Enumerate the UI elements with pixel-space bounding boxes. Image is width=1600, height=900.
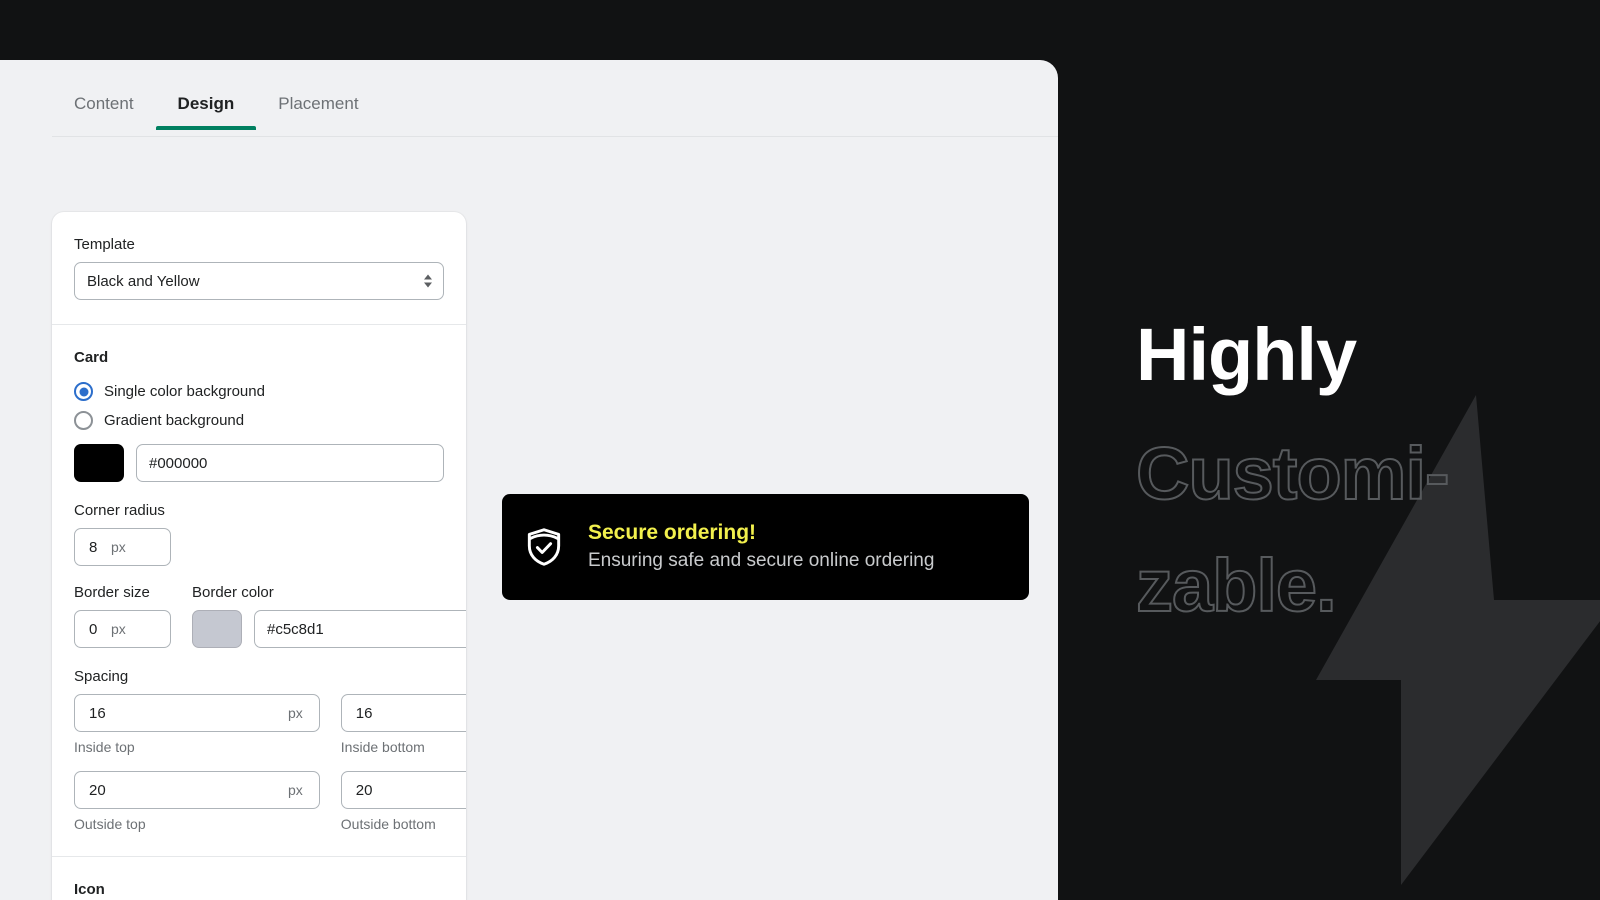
promo-text: Highly Customi- zable. <box>1135 313 1600 643</box>
spacing-grid: px Inside top px Inside bottom <box>74 694 466 832</box>
section-template: Template Black and Yellow <box>52 212 466 324</box>
inside-top-unit: px <box>288 705 303 721</box>
border-color-swatch[interactable] <box>192 610 242 648</box>
corner-radius-unit: px <box>111 539 126 555</box>
corner-radius-label: Corner radius <box>74 502 165 519</box>
tab-design[interactable]: Design <box>155 60 257 130</box>
outside-top-helper: Outside top <box>74 816 146 832</box>
section-card: Card Single color background Gradient ba… <box>52 324 466 856</box>
border-color-input[interactable] <box>254 610 466 648</box>
tab-content[interactable]: Content <box>52 60 156 130</box>
inside-top-helper: Inside top <box>74 739 135 755</box>
border-size-field[interactable]: px <box>74 610 171 648</box>
outside-bottom-input[interactable] <box>341 781 466 799</box>
spacing-inside-bottom: px Inside bottom <box>340 694 466 755</box>
corner-radius-field[interactable]: px <box>74 528 171 566</box>
background-color-row <box>74 444 444 482</box>
spacing-group: Spacing px Inside top px <box>74 668 466 832</box>
preview-card-subtitle: Ensuring safe and secure online ordering <box>588 550 935 572</box>
spacing-outside-bottom: px Outside bottom <box>340 771 466 832</box>
inside-bottom-field[interactable]: px <box>340 694 466 732</box>
background-color-input[interactable] <box>136 444 444 482</box>
outside-top-input[interactable] <box>75 781 288 799</box>
tab-placement[interactable]: Placement <box>256 60 380 130</box>
preview-card-title: Secure ordering! <box>588 521 757 545</box>
icon-section-title: Icon <box>74 881 105 898</box>
preview-card-text: Secure ordering! Ensuring safe and secur… <box>588 520 934 574</box>
template-label: Template <box>74 236 135 253</box>
tab-bar: Content Design Placement <box>0 60 1058 137</box>
settings-card: Template Black and Yellow Card Single co… <box>52 212 466 900</box>
promo-headline-solid: Highly <box>1136 313 1357 396</box>
spacing-inside-top: px Inside top <box>74 694 320 755</box>
border-size-label: Border size <box>74 584 150 601</box>
preview-promo-card[interactable]: Secure ordering! Ensuring safe and secur… <box>502 494 1029 600</box>
outside-top-field[interactable]: px <box>74 771 320 809</box>
screen-root: Highly Customi- zable. Content Design Pl… <box>0 0 1600 900</box>
outside-bottom-helper: Outside bottom <box>340 816 436 832</box>
promo-headline-outline-2: zable. <box>1135 543 1338 628</box>
preview-area: Secure ordering! Ensuring safe and secur… <box>466 137 1058 900</box>
spacing-label: Spacing <box>74 668 129 685</box>
radio-label-single: Single color background <box>104 383 265 400</box>
inside-top-field[interactable]: px <box>74 694 320 732</box>
radio-icon-unselected[interactable] <box>74 411 93 430</box>
border-color-row <box>192 610 466 648</box>
promo-panel: Highly Customi- zable. <box>1058 0 1600 900</box>
inside-bottom-helper: Inside bottom <box>340 739 425 755</box>
corner-radius-input[interactable] <box>75 538 107 556</box>
border-size-unit: px <box>111 621 126 637</box>
radio-single-color-background[interactable]: Single color background <box>74 382 444 401</box>
outside-top-unit: px <box>288 782 303 798</box>
promo-headline-outline-1: Customi- <box>1135 431 1451 516</box>
outside-bottom-field[interactable]: px <box>340 771 466 809</box>
border-color-label: Border color <box>192 584 274 601</box>
section-icon: Icon <box>52 856 466 900</box>
template-select[interactable]: Black and Yellow <box>74 262 444 300</box>
radio-icon-selected[interactable] <box>74 382 93 401</box>
inside-top-input[interactable] <box>75 704 288 722</box>
radio-label-gradient: Gradient background <box>104 412 245 429</box>
shield-check-icon <box>527 528 561 566</box>
inside-bottom-input[interactable] <box>341 704 466 722</box>
radio-gradient-background[interactable]: Gradient background <box>74 411 444 430</box>
template-select-wrap: Black and Yellow <box>74 262 444 300</box>
background-color-swatch[interactable] <box>74 444 124 482</box>
spacing-outside-top: px Outside top <box>74 771 320 832</box>
card-section-title: Card <box>74 349 109 366</box>
border-size-input[interactable] <box>75 620 107 638</box>
app-panel: Content Design Placement Template Black … <box>0 60 1058 900</box>
corner-radius-group: Corner radius px <box>74 502 444 566</box>
border-group: Border size Border color px <box>74 584 466 648</box>
